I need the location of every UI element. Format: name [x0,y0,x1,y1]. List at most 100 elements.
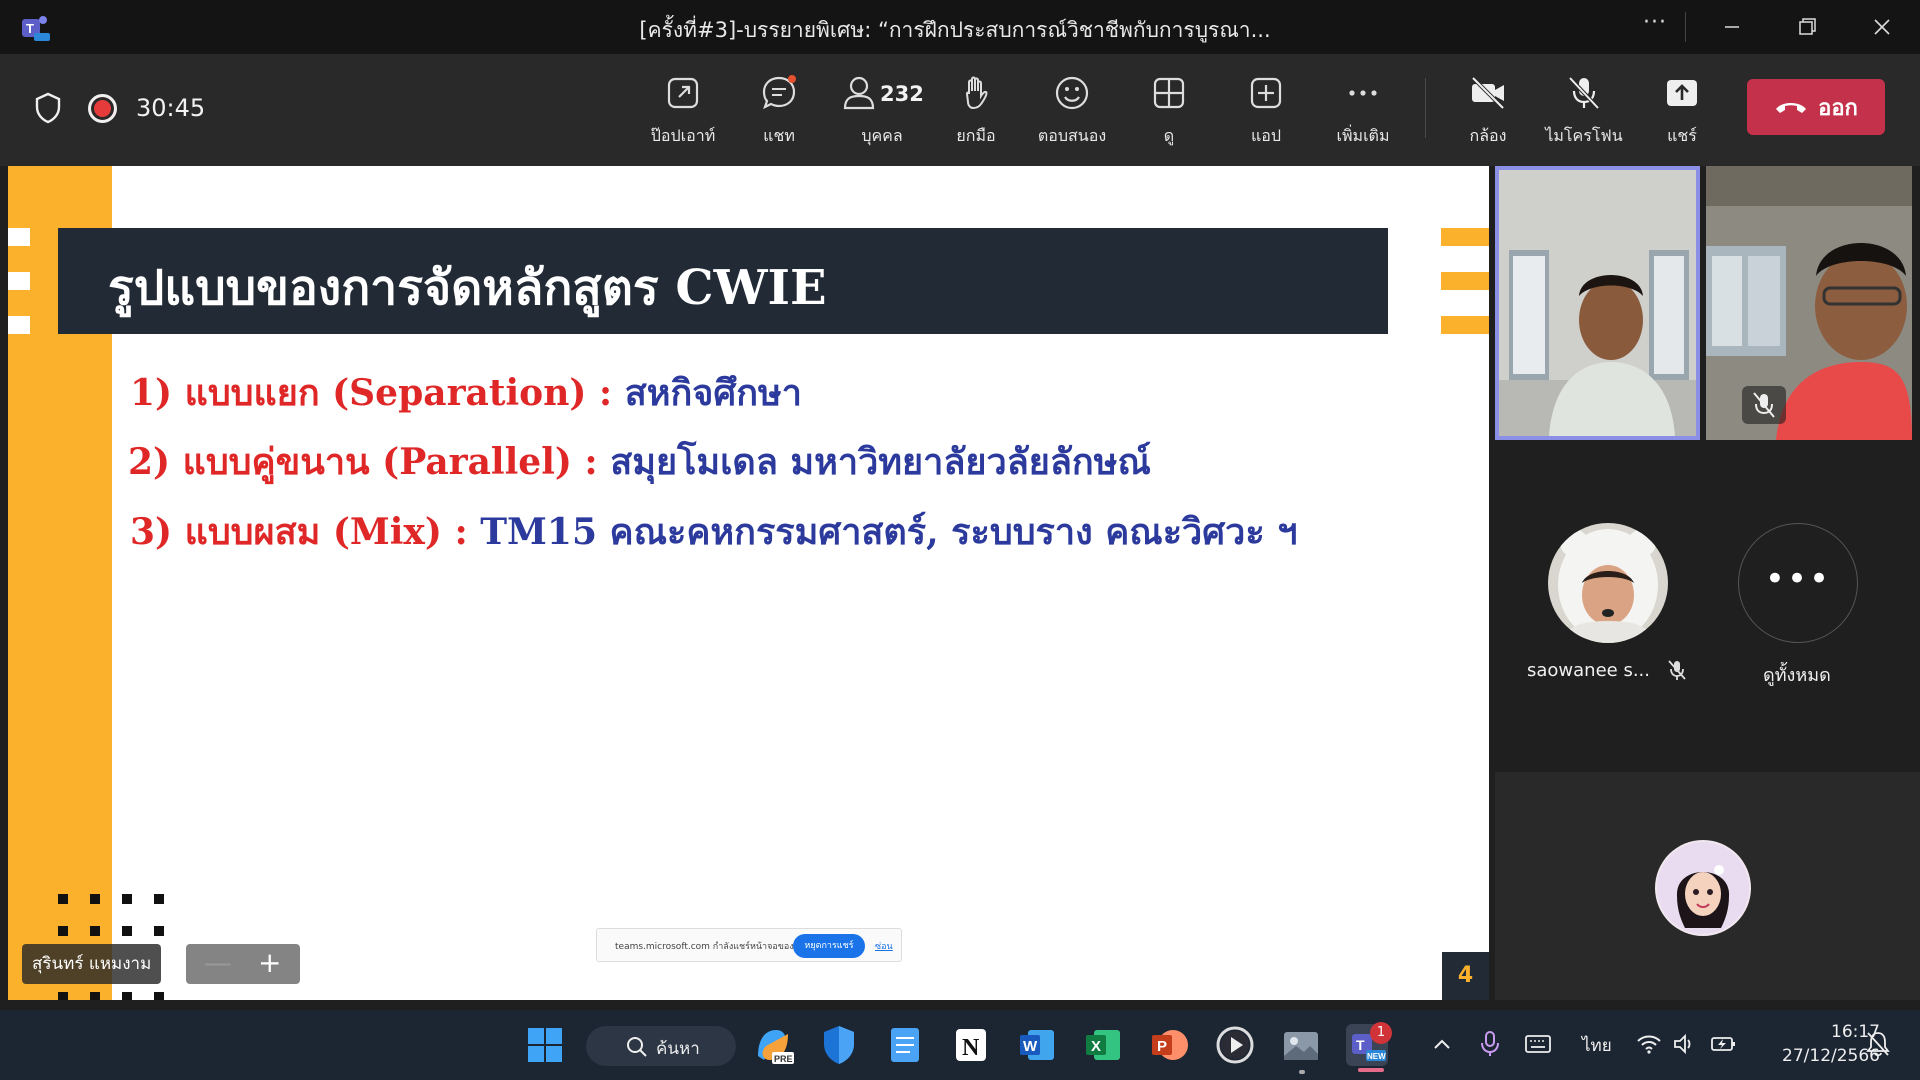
chat-label: แชท [763,126,795,145]
participant-video-tile[interactable] [1706,166,1912,440]
slide-line-1-value: สหกิจศึกษา [624,372,802,414]
svg-text:P: P [1157,1038,1167,1055]
input-language[interactable]: ไทย [1582,1032,1612,1059]
copilot-icon[interactable]: PRE [750,1022,796,1068]
self-view-tile[interactable] [1495,772,1920,1000]
search-label: ค้นหา [656,1039,700,1059]
toolbar-divider [1425,78,1426,138]
minimize-icon[interactable] [1714,10,1750,44]
zoom-out-button[interactable]: — [204,948,232,978]
smiley-icon [1055,76,1089,110]
mic-label: ไมโครโฟน [1545,126,1623,145]
shield-icon[interactable] [34,92,62,124]
title-more-icon[interactable]: ··· [1643,10,1667,35]
participant-gallery: saowanee s... ••• ดูทั้งหมด [1495,166,1920,1000]
avatar-image [1548,523,1668,643]
leave-label: ออก [1818,95,1858,121]
raise-hand-label: ยกมือ [956,126,996,145]
slide-dot [154,926,164,936]
powerpoint-icon[interactable]: P [1146,1022,1192,1068]
notification-bell-icon[interactable] [1865,1030,1891,1058]
slide-decoration [8,228,30,246]
hide-banner-link[interactable]: ซ่อน [875,939,893,953]
security-shield-icon[interactable] [816,1022,862,1068]
slide-decoration [8,272,30,290]
title-divider [1685,12,1686,42]
more-icon [1349,90,1377,96]
restore-icon[interactable] [1789,10,1825,44]
presenter-name-tag: สุรินทร์ แหมงาม [22,944,162,984]
react-button[interactable]: ตอบสนอง [1027,74,1117,154]
battery-charging-icon[interactable] [1710,1032,1736,1056]
popout-button[interactable]: ป๊อปเอาท์ [638,74,728,154]
slide-line-1-label: 1) แบบแยก (Separation) : [130,372,625,414]
view-label: ดู [1163,126,1175,145]
popout-icon [667,77,699,109]
camera-button[interactable]: กล้อง [1443,74,1533,154]
slide-dot [90,894,100,904]
recording-indicator-icon [88,94,117,123]
participant-muted-icon [1668,660,1686,680]
more-label: เพิ่มเติม [1336,126,1390,145]
chat-button[interactable]: แชท [734,74,824,154]
slide-line-3: 3) แบบผสม (Mix) : TM15 คณะคหกรรมศาสตร์, … [130,503,1297,560]
participant-video [1706,166,1912,440]
zoom-controls: — + [186,944,300,984]
photos-app-icon[interactable] [1278,1022,1324,1068]
stop-sharing-button[interactable]: หยุดการแชร์ [793,934,865,958]
taskbar-search[interactable]: ค้นหา [586,1026,736,1066]
view-button[interactable]: ดู [1124,74,1214,154]
window-title: [ครั้งที่#3]-บรรยายพิเศษ: “การฝึกประสบกา… [639,18,1271,42]
svg-text:NEW: NEW [1367,1052,1386,1061]
react-label: ตอบสนอง [1037,126,1107,145]
slide-dot [122,926,132,936]
close-icon[interactable] [1864,10,1900,44]
teams-notification-badge: 1 [1370,1022,1392,1044]
media-player-icon[interactable] [1212,1022,1258,1068]
slide-dot [58,894,68,904]
word-icon[interactable]: W [1014,1022,1060,1068]
participant-video-tile[interactable] [1495,166,1700,440]
slide-dot [90,926,100,936]
windows-taskbar: ค้นหา PRE N W X P T NEW 1 ไทย 16:17 27/1… [0,1010,1920,1080]
keyboard-icon[interactable] [1524,1032,1552,1056]
share-button[interactable]: แชร์ [1637,74,1727,154]
title-bar: T [ครั้งที่#3]-บรรยายพิเศษ: “การฝึกประสบ… [0,0,1920,54]
camera-off-icon [1471,76,1505,110]
slide-dot [58,992,68,1000]
excel-icon[interactable]: X [1080,1022,1126,1068]
more-button[interactable]: เพิ่มเติม [1318,74,1408,154]
raise-hand-button[interactable]: ยกมือ [931,74,1021,154]
chevron-up-icon[interactable] [1430,1032,1454,1056]
slide-dot [154,894,164,904]
slide-dot [122,894,132,904]
slide-decoration [1441,316,1489,334]
microphone-icon[interactable] [1478,1030,1502,1058]
participant-avatar[interactable] [1548,523,1668,643]
notepad-icon[interactable] [882,1022,928,1068]
mic-off-icon [1568,76,1600,110]
slide-line-3-value: TM15 คณะคหกรรมศาสตร์, ระบบราง คณะวิศวะ ฯ [480,511,1298,553]
leave-button[interactable]: ออก [1747,79,1885,135]
share-label: แชร์ [1667,126,1697,145]
system-clock[interactable]: 16:17 27/12/2566 [1760,1020,1880,1068]
people-label: บุคคล [861,126,903,145]
view-all-participants-button[interactable]: ••• [1738,523,1858,643]
people-button[interactable]: 232 บุคคล [832,74,932,154]
slide-title: รูปแบบของการจัดหลักสูตร CWIE [108,260,827,316]
volume-icon[interactable] [1672,1032,1696,1056]
screen-share-banner: teams.microsoft.com กำลังแชร์หน้าจอของคุ… [596,928,902,962]
slide-line-2-value: สมุยโมเดล มหาวิทยาลัยวลัยลักษณ์ [610,441,1151,483]
apps-button[interactable]: แอป [1221,74,1311,154]
slide-decoration [1441,228,1489,246]
mic-button[interactable]: ไมโครโฟน [1539,74,1629,154]
svg-text:X: X [1091,1038,1101,1055]
active-app-indicator [1358,1068,1384,1072]
start-icon[interactable] [522,1022,568,1068]
zoom-in-button[interactable]: + [258,948,281,978]
wifi-icon[interactable] [1636,1032,1662,1056]
participant-video [1499,170,1696,436]
notion-icon[interactable]: N [948,1022,994,1068]
slide-line-1: 1) แบบแยก (Separation) : สหกิจศึกษา [130,364,802,421]
svg-text:PRE: PRE [774,1054,793,1064]
